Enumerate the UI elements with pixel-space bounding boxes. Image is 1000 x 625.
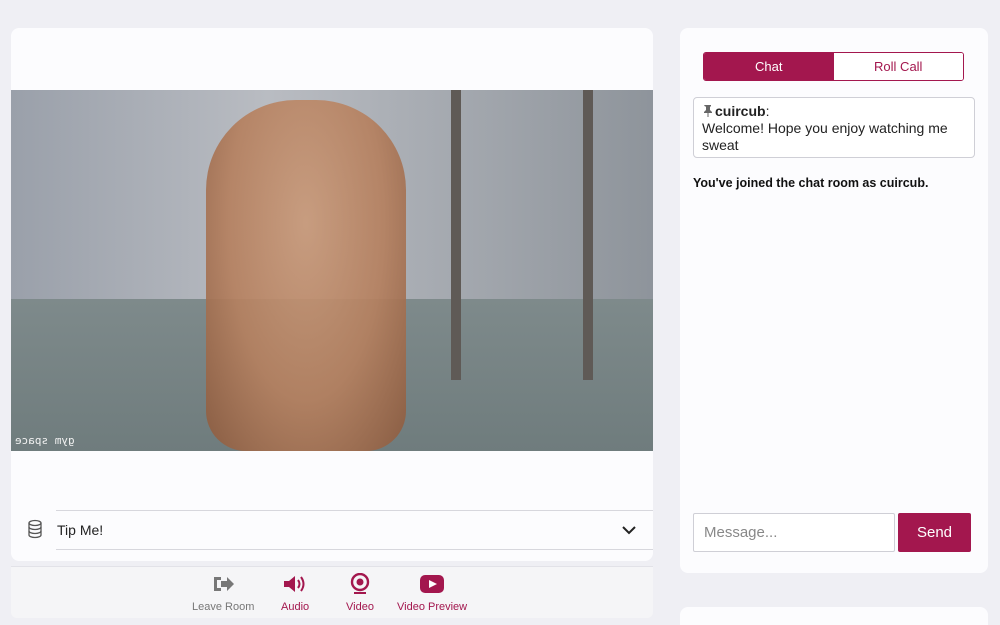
- webcam-icon: [347, 571, 373, 597]
- pinned-text: Welcome! Hope you enjoy watching me swea…: [702, 120, 948, 153]
- video-label: Video: [346, 601, 374, 613]
- speaker-icon: [282, 571, 308, 597]
- audio-label: Audio: [281, 601, 310, 613]
- room-controls: Leave Room Audio Video Video Preview: [11, 566, 653, 618]
- tab-roll-call[interactable]: Roll Call: [833, 53, 963, 80]
- video-preview-button[interactable]: Video Preview: [397, 571, 467, 613]
- chevron-down-icon[interactable]: [617, 518, 641, 542]
- video-card: gym space Tip Me!: [11, 28, 653, 561]
- play-icon: [419, 571, 445, 597]
- leave-room-label: Leave Room: [192, 601, 255, 613]
- video-stream[interactable]: gym space: [11, 90, 653, 451]
- tab-chat[interactable]: Chat: [704, 53, 834, 80]
- send-button[interactable]: Send: [898, 513, 971, 552]
- message-input[interactable]: [693, 513, 895, 552]
- pinned-message: cuircub: Welcome! Hope you enjoy watchin…: [693, 97, 975, 158]
- pin-icon: [704, 105, 712, 117]
- pinned-username: cuircub: [715, 103, 766, 119]
- system-message: You've joined the chat room as cuircub.: [693, 176, 929, 190]
- tip-label: Tip Me!: [57, 522, 104, 538]
- video-rack-post: [583, 90, 593, 380]
- leave-icon: [210, 571, 236, 597]
- chat-tabs: Chat Roll Call: [703, 52, 964, 81]
- leave-room-button[interactable]: Leave Room: [192, 571, 254, 613]
- video-preview-label: Video Preview: [397, 601, 468, 613]
- audio-button[interactable]: Audio: [281, 571, 309, 613]
- video-watermark: gym space: [15, 434, 75, 447]
- lower-panel: [680, 607, 988, 625]
- video-subject: [206, 100, 406, 451]
- video-button[interactable]: Video: [346, 571, 374, 613]
- video-rack-post: [451, 90, 461, 380]
- chat-panel: Chat Roll Call cuircub: Welcome! Hope yo…: [680, 28, 988, 573]
- tip-menu[interactable]: Tip Me!: [56, 510, 653, 550]
- coins-icon: [28, 519, 42, 539]
